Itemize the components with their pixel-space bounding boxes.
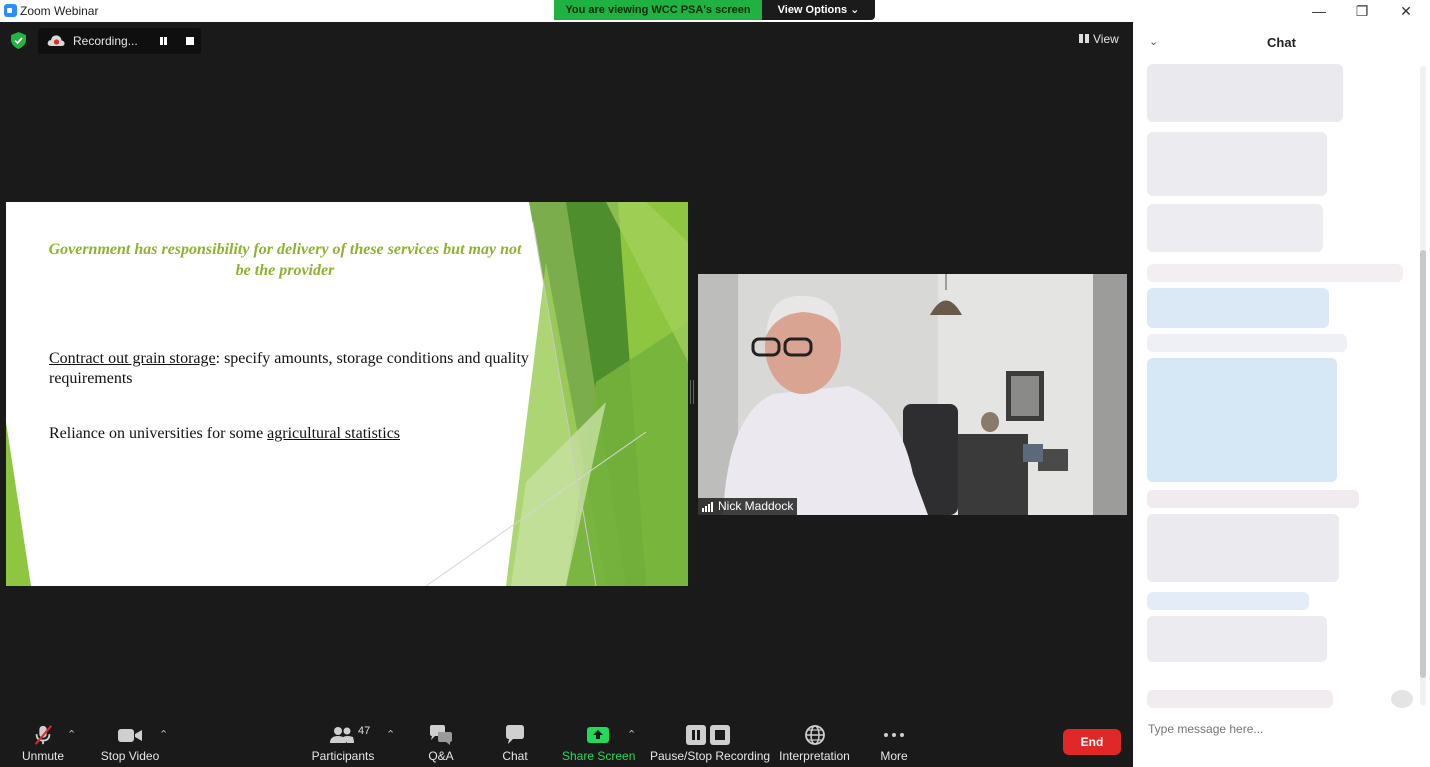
video-camera-icon <box>118 729 142 742</box>
chat-message-redacted <box>1147 64 1343 122</box>
pause-stop-recording-icon <box>686 725 730 745</box>
more-dots-icon <box>884 733 904 737</box>
unmute-label: Unmute <box>21 749 65 763</box>
slide-heading: Government has responsibility for delive… <box>48 241 522 279</box>
chat-message-redacted <box>1147 592 1309 610</box>
chat-message-redacted <box>1147 132 1327 196</box>
chat-panel-title: Chat <box>1267 35 1296 50</box>
interpretation-button[interactable]: Interpretation <box>776 714 853 767</box>
participants-label: Participants <box>311 749 375 763</box>
chat-message-redacted <box>1147 264 1403 282</box>
recording-status-text: Recording... <box>73 34 138 48</box>
slide-bullet-1: Contract out grain storage: specify amou… <box>49 349 529 389</box>
slide-bullet-2: Reliance on universities for some agricu… <box>49 424 529 444</box>
qa-button[interactable]: Q&A <box>415 714 467 767</box>
chat-message-redacted <box>1147 616 1327 662</box>
minimize-button[interactable]: — <box>1304 2 1334 20</box>
signal-strength-icon <box>702 502 715 512</box>
view-button-label: View <box>1093 32 1119 46</box>
viewing-screen-banner: You are viewing WCC PSA's screen <box>554 0 762 20</box>
meeting-toolbar: Unmute ⌃ Stop Video ⌃ 47 Participants ⌃ … <box>0 714 1133 767</box>
interpretation-label: Interpretation <box>779 749 850 763</box>
slide-bullet-2-text: Reliance on universities for some <box>49 425 268 442</box>
share-options-chevron-icon[interactable]: ⌃ <box>627 728 636 741</box>
more-button[interactable]: More <box>870 714 918 767</box>
participants-button[interactable]: 47 Participants <box>310 714 376 767</box>
shared-screen-slide: Government has responsibility for delive… <box>6 202 688 586</box>
chat-message-redacted <box>1147 288 1329 328</box>
microphone-muted-icon <box>34 725 53 745</box>
video-options-chevron-icon[interactable]: ⌃ <box>159 728 168 741</box>
unmute-button[interactable]: Unmute <box>13 714 73 767</box>
grid-view-icon <box>1079 34 1089 43</box>
participants-icon <box>330 727 354 743</box>
restore-button[interactable]: ❐ <box>1347 2 1377 20</box>
pause-stop-recording-label: Pause/Stop Recording <box>650 749 771 763</box>
chat-message-redacted <box>1147 334 1347 352</box>
pause-recording-icon[interactable] <box>159 36 169 46</box>
qa-icon <box>430 725 452 745</box>
pause-stop-recording-button[interactable]: Pause/Stop Recording <box>650 714 771 767</box>
stop-recording-icon[interactable] <box>186 37 194 45</box>
meeting-stage: Recording... View Government has respons… <box>0 22 1133 767</box>
stop-video-button[interactable]: Stop Video <box>97 714 163 767</box>
grain-storage-link: Contract out grain storage <box>49 350 216 367</box>
chat-message-redacted <box>1147 358 1337 482</box>
video-feed <box>698 274 1127 515</box>
chat-message-redacted <box>1147 514 1339 582</box>
participants-options-chevron-icon[interactable]: ⌃ <box>386 728 395 741</box>
more-label: More <box>880 749 908 763</box>
zoom-app-icon <box>4 4 17 17</box>
agricultural-statistics-link: agricultural statistics <box>267 425 401 442</box>
share-screen-label: Share Screen <box>562 749 636 763</box>
share-screen-icon <box>587 727 609 743</box>
view-button[interactable]: View <box>1074 30 1124 48</box>
chat-message-redacted <box>1147 204 1323 252</box>
title-bar: Zoom Webinar You are viewing WCC PSA's s… <box>0 0 1430 22</box>
split-view-handle[interactable] <box>690 380 694 404</box>
chat-message-input[interactable] <box>1148 720 1418 738</box>
encryption-shield-icon[interactable] <box>11 32 26 49</box>
chat-message-redacted <box>1147 490 1359 508</box>
chat-panel: ⌄ Chat <box>1133 22 1430 767</box>
participant-name-tag: Nick Maddock <box>698 498 798 515</box>
emoji-icon[interactable] <box>1391 690 1413 708</box>
chat-bubble-icon <box>506 725 524 744</box>
participants-count: 47 <box>358 725 371 737</box>
share-screen-button[interactable]: Share Screen <box>562 714 636 767</box>
view-options-button[interactable]: View Options ⌄ <box>762 0 875 20</box>
cloud-recording-icon <box>47 35 65 46</box>
globe-icon <box>804 725 825 745</box>
window-title: Zoom Webinar <box>20 4 99 18</box>
recording-indicator: Recording... <box>38 28 201 54</box>
audio-options-chevron-icon[interactable]: ⌃ <box>67 728 76 741</box>
close-button[interactable]: ✕ <box>1391 2 1421 20</box>
chat-message-redacted <box>1147 690 1333 708</box>
chat-scrollbar-thumb[interactable] <box>1420 250 1426 678</box>
qa-label: Q&A <box>428 749 454 763</box>
end-button[interactable]: End <box>1063 729 1121 755</box>
participant-video[interactable]: Nick Maddock <box>698 274 1127 515</box>
chat-button[interactable]: Chat <box>490 714 540 767</box>
stop-video-label: Stop Video <box>100 749 160 763</box>
chat-label: Chat <box>502 749 528 763</box>
participant-name: Nick Maddock <box>718 499 794 513</box>
